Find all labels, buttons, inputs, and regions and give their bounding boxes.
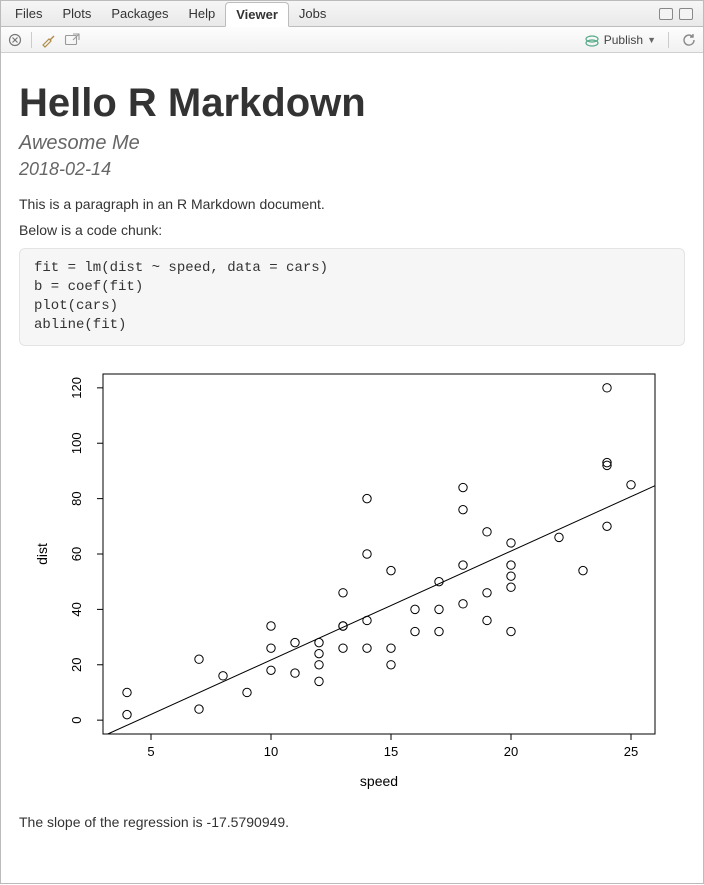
svg-text:0: 0	[69, 716, 84, 723]
svg-text:20: 20	[69, 657, 84, 671]
tab-help[interactable]: Help	[178, 2, 225, 25]
svg-text:5: 5	[147, 744, 154, 759]
svg-text:speed: speed	[360, 773, 398, 789]
viewer-content: Hello R Markdown Awesome Me 2018-02-14 T…	[1, 53, 703, 885]
footer-text: The slope of the regression is -17.57909…	[19, 814, 685, 830]
publish-label: Publish	[604, 33, 643, 47]
code-chunk: fit = lm(dist ~ speed, data = cars) b = …	[19, 248, 685, 346]
maximize-pane-icon[interactable]	[679, 8, 693, 20]
svg-text:80: 80	[69, 491, 84, 505]
publish-icon	[584, 33, 600, 47]
svg-text:10: 10	[264, 744, 278, 759]
svg-text:100: 100	[69, 432, 84, 454]
svg-text:20: 20	[504, 744, 518, 759]
chevron-down-icon: ▼	[647, 35, 656, 45]
viewer-toolbar: Publish ▼	[1, 27, 703, 53]
svg-text:dist: dist	[34, 543, 50, 565]
doc-author: Awesome Me	[19, 132, 685, 155]
broom-icon[interactable]	[40, 32, 56, 48]
svg-text:120: 120	[69, 377, 84, 399]
minimize-pane-icon[interactable]	[659, 8, 673, 20]
svg-text:25: 25	[624, 744, 638, 759]
paragraph-1: This is a paragraph in an R Markdown doc…	[19, 196, 685, 212]
tab-packages[interactable]: Packages	[101, 2, 178, 25]
svg-text:40: 40	[69, 602, 84, 616]
scatter-plot: 5 10 15 20 25 0 20 40 60 80 100 120 speed dist	[19, 364, 685, 804]
remove-viewer-icon[interactable]	[7, 32, 23, 48]
page-title: Hello R Markdown	[19, 81, 685, 126]
svg-text:60: 60	[69, 546, 84, 560]
refresh-icon[interactable]	[681, 32, 697, 48]
pane-tabstrip: Files Plots Packages Help Viewer Jobs	[1, 1, 703, 27]
tab-viewer[interactable]: Viewer	[225, 2, 289, 27]
tab-files[interactable]: Files	[5, 2, 52, 25]
doc-date: 2018-02-14	[19, 159, 685, 180]
open-in-browser-icon[interactable]	[64, 32, 80, 48]
paragraph-2: Below is a code chunk:	[19, 222, 685, 238]
publish-button[interactable]: Publish ▼	[584, 33, 656, 47]
tab-jobs[interactable]: Jobs	[289, 2, 336, 25]
tab-plots[interactable]: Plots	[52, 2, 101, 25]
svg-text:15: 15	[384, 744, 398, 759]
